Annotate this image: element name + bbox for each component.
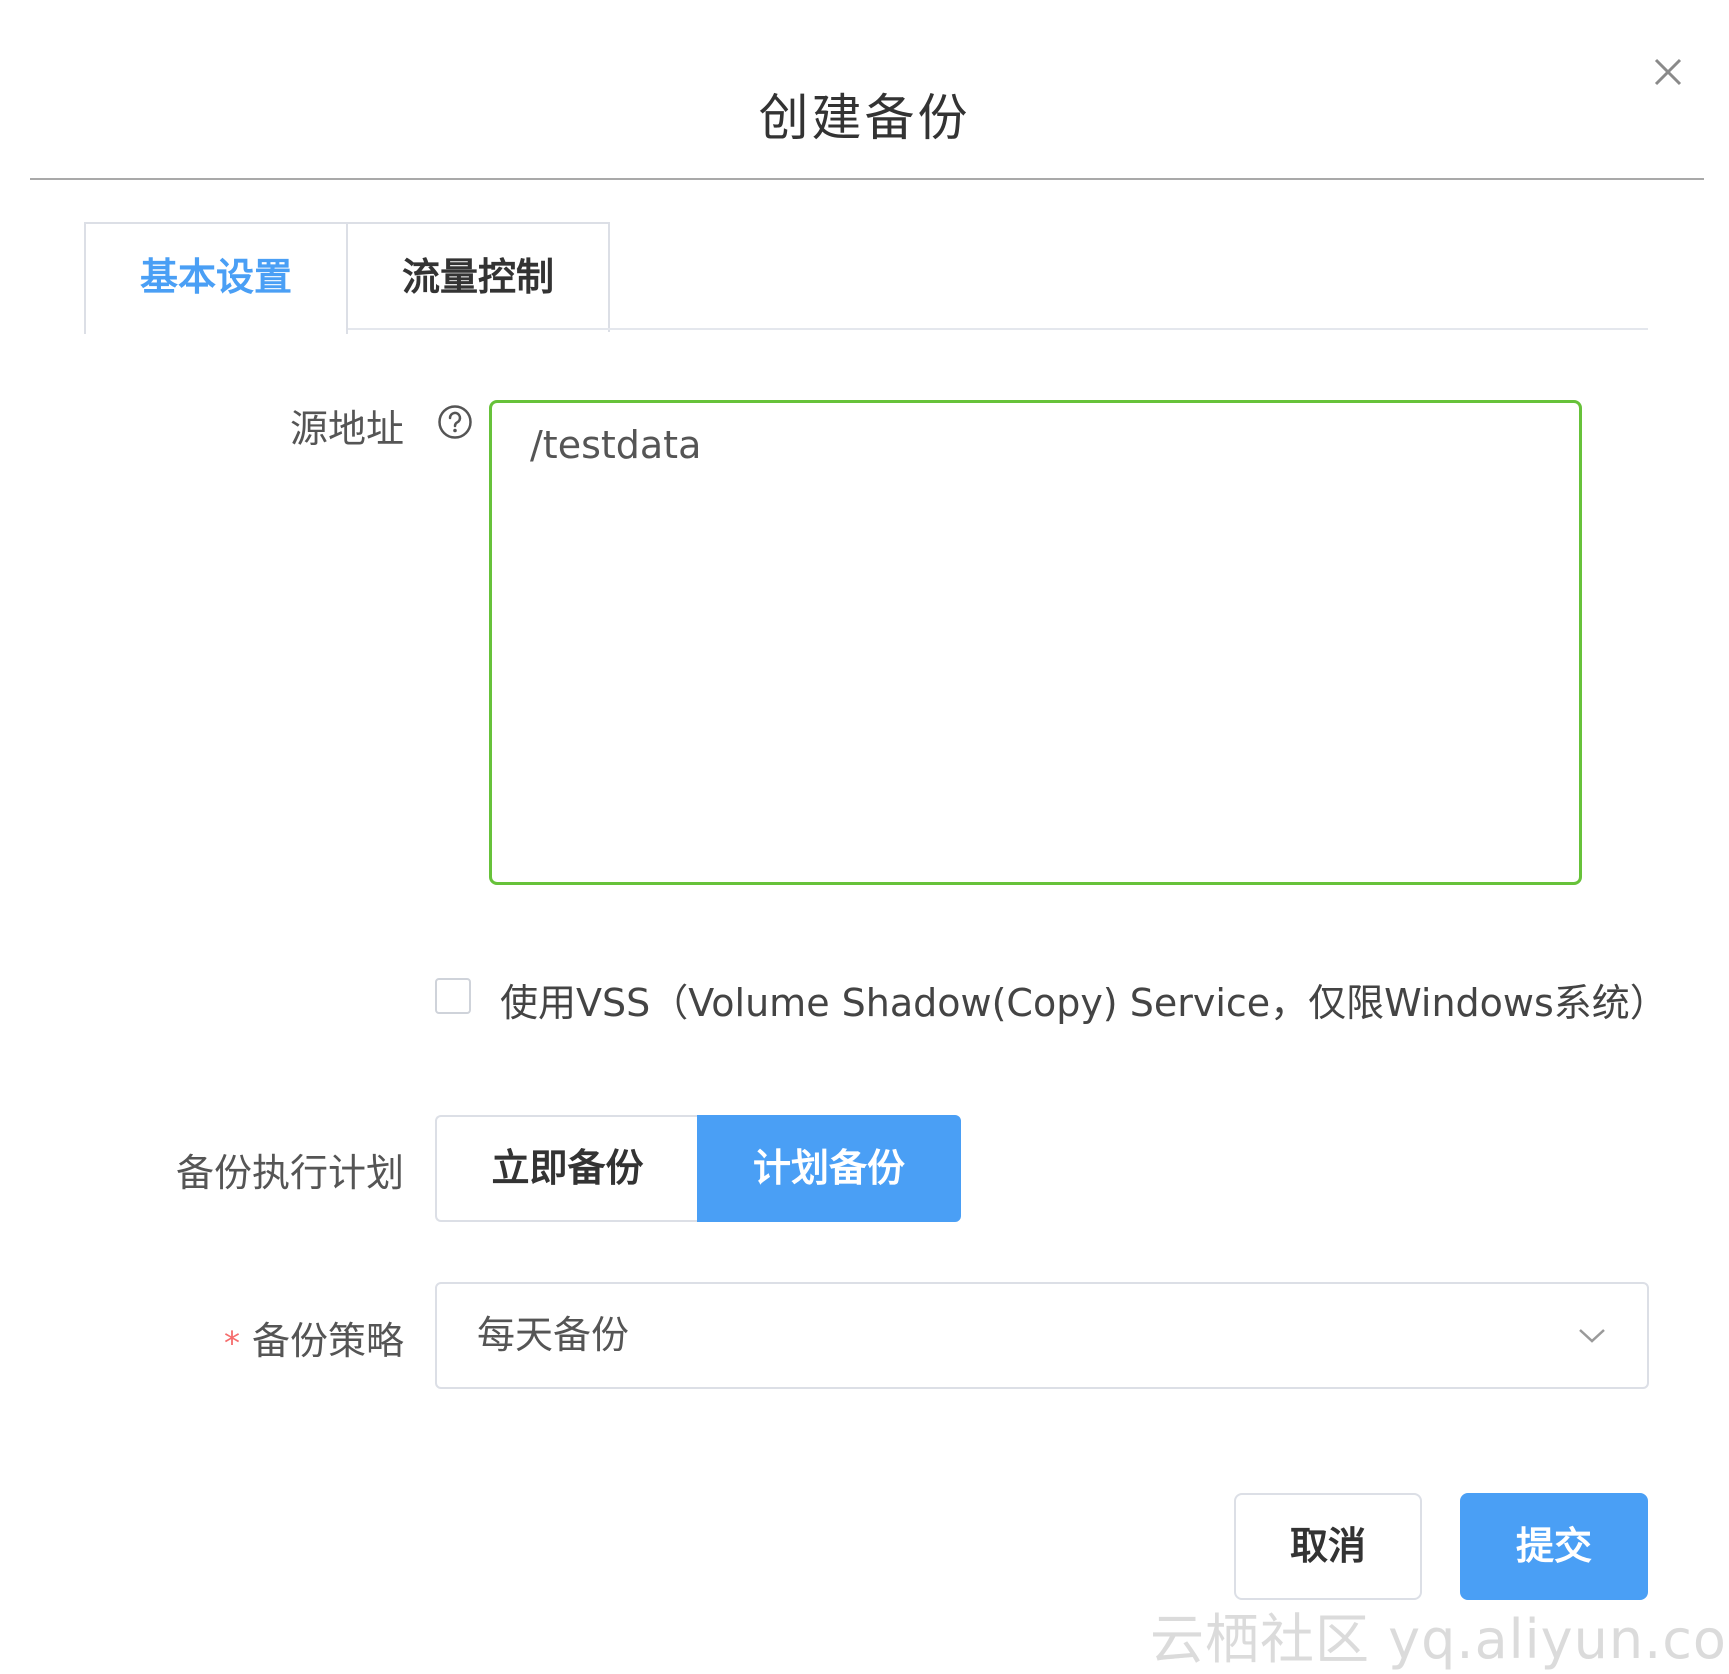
cancel-button[interactable]: 取消 (1234, 1493, 1422, 1600)
chevron-down-icon (1577, 1320, 1607, 1350)
required-mark: * (223, 1324, 240, 1362)
vss-checkbox[interactable] (435, 978, 471, 1014)
scheduled-backup-option[interactable]: 计划备份 (697, 1115, 961, 1222)
source-address-input[interactable] (489, 400, 1582, 885)
tab-basic-settings[interactable]: 基本设置 (84, 222, 348, 334)
backup-strategy-value: 每天备份 (477, 1313, 630, 1357)
backup-strategy-label: * 备份策略 (200, 1310, 404, 1365)
backup-strategy-select[interactable]: 每天备份 (435, 1282, 1649, 1389)
close-icon[interactable] (1648, 52, 1688, 92)
backup-plan-label: 备份执行计划 (175, 1151, 404, 1195)
watermark: 云栖社区 yq.aliyun.com (1150, 1608, 1729, 1671)
dialog-title: 创建备份 (758, 89, 971, 147)
vss-checkbox-label[interactable]: 使用VSS（Volume Shadow(Copy) Service，仅限Wind… (500, 972, 1668, 1027)
question-circle-icon[interactable] (437, 404, 473, 440)
tab-traffic-control[interactable]: 流量控制 (346, 222, 610, 332)
create-backup-dialog: 创建备份 基本设置 流量控制 源地址 使用VSS（Volume Shadow(C… (0, 0, 1729, 1671)
tabs-divider (346, 328, 1648, 330)
submit-button[interactable]: 提交 (1460, 1493, 1648, 1600)
immediate-backup-option[interactable]: 立即备份 (435, 1115, 698, 1222)
source-address-label: 源地址 (289, 407, 404, 451)
backup-strategy-label-text: 备份策略 (251, 1319, 404, 1363)
header-divider (30, 178, 1704, 180)
